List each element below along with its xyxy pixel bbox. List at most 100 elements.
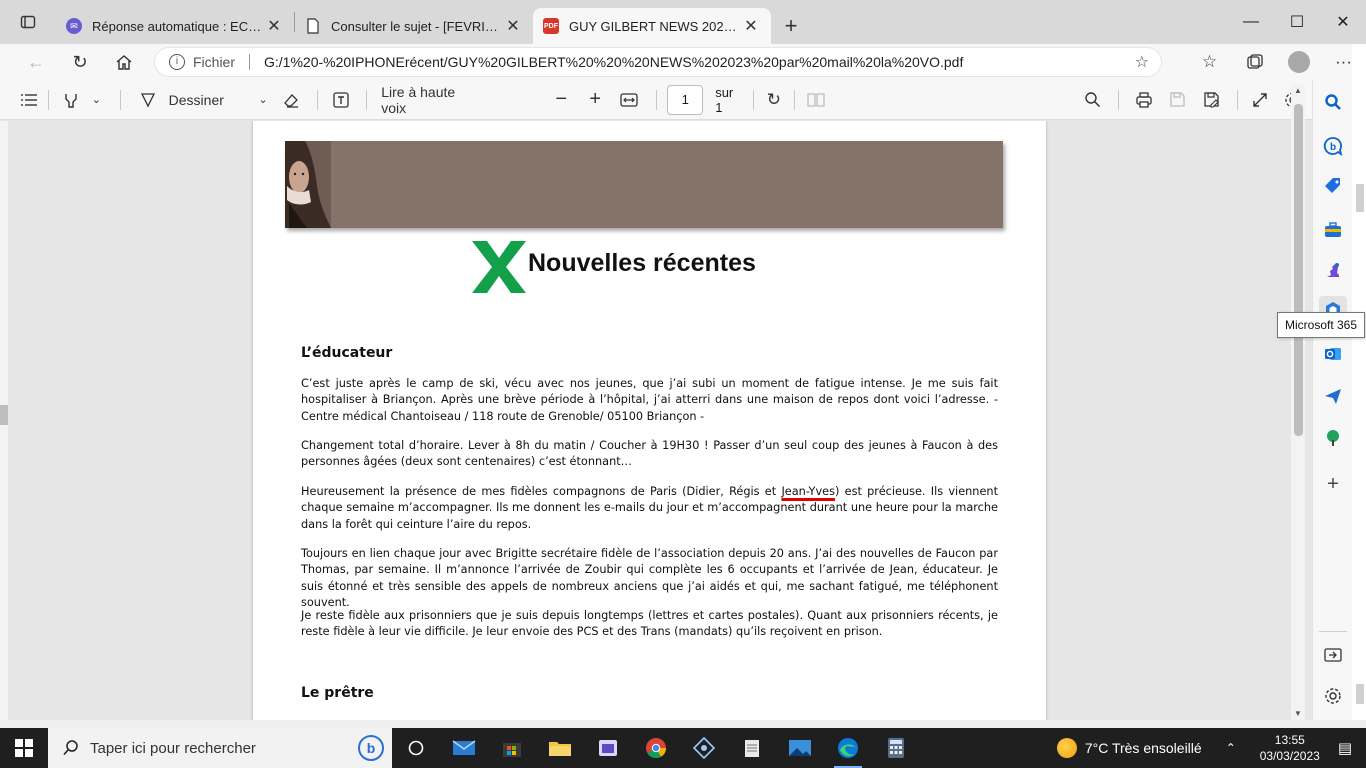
save-as-button[interactable] (1195, 80, 1229, 120)
scroll-up-icon[interactable]: ▲ (1291, 86, 1305, 95)
outlook-icon (1325, 348, 1341, 360)
read-aloud-button[interactable]: Lire à haute voix (381, 80, 478, 120)
pdf-viewer[interactable]: Nouvelles récentes L’éducateur C’est jus… (8, 121, 1312, 720)
chevron-up-icon[interactable]: ⌃ (1226, 741, 1236, 755)
window-scrollbar[interactable] (1352, 44, 1366, 720)
tab-3-active[interactable]: PDF GUY GILBERT NEWS 2023 par ma ✕ (533, 8, 771, 44)
file-explorer-app[interactable] (536, 728, 584, 768)
highlight-dropdown[interactable]: ⌄ (85, 80, 108, 120)
divider (316, 89, 318, 110)
section-title-pretre: Le prêtre (301, 685, 374, 701)
chrome-app[interactable] (632, 728, 680, 768)
edge-app[interactable] (824, 728, 872, 768)
sidebar-tree-button[interactable] (1319, 424, 1347, 452)
add-favorite-icon[interactable]: ☆ (1135, 52, 1149, 72)
system-tray: 7°C Très ensoleillé ⌃ 13:55 03/03/2023 ▤ (1056, 728, 1366, 768)
close-icon[interactable]: ✕ (264, 16, 284, 36)
clock[interactable]: 13:55 03/03/2023 (1260, 732, 1320, 764)
paper-plane-icon (1325, 389, 1341, 404)
url-text[interactable]: G:/1%20-%20IPHONErécent/GUY%20GILBERT%20… (264, 54, 963, 70)
highlight-button[interactable] (57, 80, 85, 120)
text-button[interactable] (330, 80, 353, 120)
scroll-thumb[interactable] (1356, 184, 1364, 212)
divider (656, 89, 658, 110)
paragraph-4: Toujours en lien chaque jour avec Brigit… (301, 547, 998, 609)
avatar[interactable] (1288, 51, 1310, 73)
zoom-in-button[interactable]: + (578, 80, 612, 120)
maximize-button[interactable]: ☐ (1274, 0, 1320, 44)
close-window-button[interactable]: ✕ (1320, 0, 1366, 44)
collections-button[interactable] (1232, 44, 1277, 80)
collapse-panel-icon (1324, 648, 1342, 662)
back-button[interactable]: ← (14, 44, 58, 80)
edge-sidebar: b + (1312, 80, 1352, 720)
rotate-button[interactable]: ↻ (763, 80, 784, 120)
tab-2[interactable]: Consulter le sujet - [FEVRIER] - C ✕ (295, 8, 533, 44)
scroll-down-icon[interactable]: ▼ (1291, 709, 1305, 718)
fullscreen-button[interactable] (1246, 80, 1274, 120)
pdf-scrollbar[interactable]: ▲ ▼ (1291, 84, 1305, 720)
news-heading: Nouvelles récentes (528, 249, 756, 277)
notepad-app[interactable] (728, 728, 776, 768)
home-button[interactable] (102, 44, 146, 80)
sidebar-search-button[interactable] (1319, 88, 1347, 116)
photos-app[interactable] (776, 728, 824, 768)
highlighter-icon (65, 93, 77, 108)
table-of-contents-button[interactable] (10, 80, 48, 120)
minimize-button[interactable]: — (1228, 0, 1274, 44)
scroll-thumb[interactable] (1356, 684, 1364, 704)
new-tab-button[interactable]: + (771, 8, 811, 44)
erase-button[interactable] (276, 80, 304, 120)
close-icon[interactable]: ✕ (503, 16, 523, 36)
draw-dropdown[interactable]: ⌄ (250, 80, 276, 120)
sidebar-add-button[interactable]: + (1319, 470, 1347, 498)
fit-page-button[interactable] (612, 80, 646, 120)
notepad-icon (745, 740, 759, 757)
bing-icon[interactable]: b (358, 735, 384, 761)
favorites-button[interactable]: ☆ (1187, 44, 1232, 80)
panel-handle[interactable] (0, 405, 8, 425)
tab-actions-button[interactable] (0, 0, 56, 44)
spelling-underlined-word[interactable]: Jean-Yves (781, 485, 835, 498)
calculator-app[interactable] (872, 728, 920, 768)
remote-app[interactable] (584, 728, 632, 768)
divider (47, 89, 49, 110)
tree-icon (1327, 430, 1339, 446)
settings-app[interactable] (680, 728, 728, 768)
sidebar-send-button[interactable] (1319, 382, 1347, 410)
page-view-button[interactable] (805, 80, 826, 120)
page-number-input[interactable]: 1 (667, 84, 704, 115)
scroll-thumb[interactable] (1294, 104, 1303, 436)
sidebar-settings-button[interactable] (1319, 682, 1347, 710)
draw-button[interactable]: Dessiner (133, 80, 230, 120)
save-button[interactable] (1161, 80, 1195, 120)
sidebar-tools-button[interactable] (1319, 216, 1347, 244)
sidebar-games-button[interactable] (1319, 256, 1347, 284)
notification-icon[interactable]: ▤ (1338, 739, 1352, 757)
sidebar-shopping-button[interactable] (1319, 172, 1347, 200)
task-view-button[interactable] (392, 728, 440, 768)
gear-icon (1325, 688, 1341, 704)
mail-app[interactable] (440, 728, 488, 768)
store-app[interactable] (488, 728, 536, 768)
search-icon (1085, 92, 1101, 108)
sidebar-hide-button[interactable] (1319, 641, 1347, 669)
close-icon[interactable]: ✕ (741, 16, 761, 36)
refresh-button[interactable]: ↻ (58, 44, 102, 80)
x-logo-icon (472, 241, 526, 293)
address-bar[interactable]: i Fichier G:/1%20-%20IPHONErécent/GUY%20… (154, 47, 1162, 77)
info-icon[interactable]: i (169, 54, 185, 70)
tab-1[interactable]: ✉ Réponse automatique : ECR : stat ✕ (56, 8, 294, 44)
scheme-label: Fichier (193, 54, 236, 70)
zoom-out-button[interactable]: − (544, 80, 578, 120)
search-button[interactable] (1076, 80, 1110, 120)
fit-width-icon (620, 92, 638, 107)
save-icon (1170, 92, 1186, 107)
chrome-icon (646, 738, 667, 759)
sidebar-bing-chat-button[interactable]: b (1319, 132, 1347, 160)
print-button[interactable] (1127, 80, 1161, 120)
taskbar-search[interactable]: Taper ici pour rechercher b (48, 728, 392, 768)
weather-widget[interactable]: 7°C Très ensoleillé (1056, 738, 1202, 758)
sidebar-outlook-button[interactable] (1319, 340, 1347, 368)
start-button[interactable] (0, 728, 48, 768)
